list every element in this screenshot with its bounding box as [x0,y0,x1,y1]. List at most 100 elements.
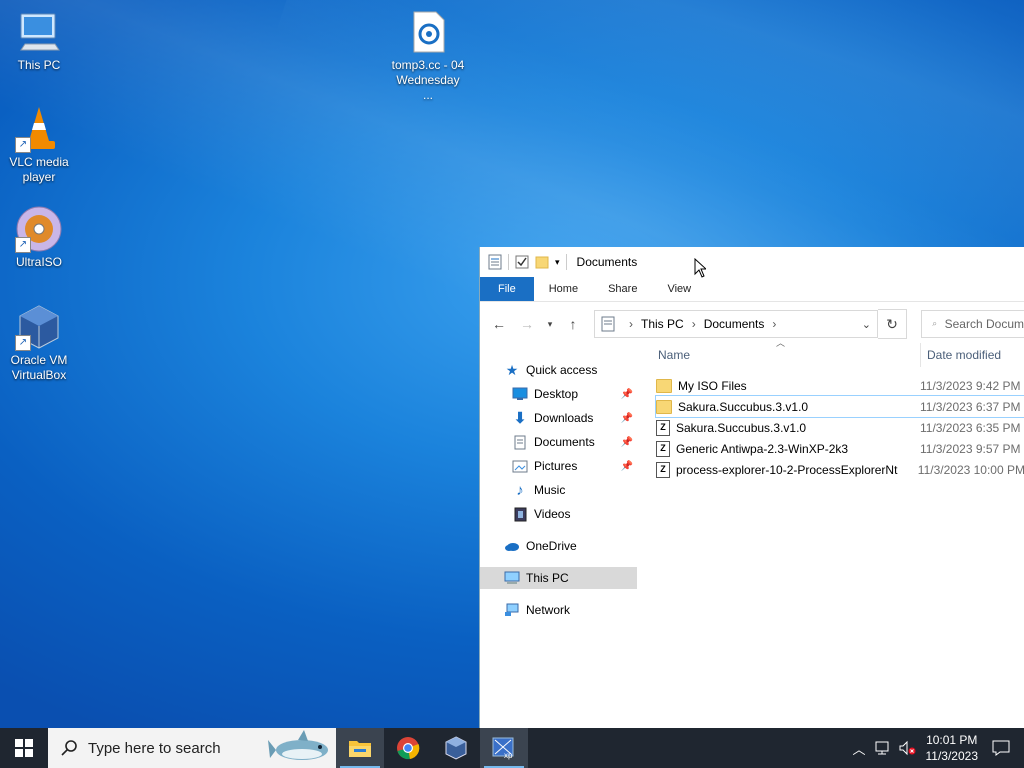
sidebar-item-this-pc[interactable]: This PC [480,567,637,589]
table-row[interactable]: Z Generic Antiwpa-2.3-WinXP-2k3 11/3/2023… [656,438,1024,459]
table-row[interactable]: Zprocess-explorer-10-2-ProcessExplorerNt… [656,459,1024,480]
taskbar-xp-vm[interactable]: xp [480,728,528,768]
folder-icon [656,378,672,393]
chevron-right-icon[interactable]: › [629,317,633,331]
chevron-right-icon[interactable]: › [692,317,696,331]
desktop-icon-vlc[interactable]: ↗ VLC media player [1,105,77,185]
pin-icon[interactable]: 📌 [621,389,633,400]
desktop-icon-ultraiso[interactable]: ↗ UltraISO [1,205,77,270]
sidebar-item-label: Downloads [534,411,594,425]
tab-home[interactable]: Home [534,277,593,301]
file-name: My ISO Files [678,378,747,393]
recent-locations-button[interactable]: ▾ [544,313,556,335]
start-button[interactable] [0,728,48,768]
network-icon [504,602,520,618]
table-row[interactable]: Z Sakura.Succubus.3.v1.0 11/3/2023 6:35 P… [656,417,1024,438]
sidebar-item-label: This PC [526,571,569,585]
file-list: ︿ Name Date modified My ISO Files 11/3/2… [652,338,1024,728]
sidebar-item-label: Documents [534,435,595,449]
quick-access-toolbar: ▾ [488,254,567,270]
archive-icon: Z [656,419,670,436]
shortcut-arrow-icon: ↗ [15,137,31,153]
file-date: 11/3/2023 6:37 PM [920,399,1021,414]
file-date: 11/3/2023 9:57 PM [920,441,1021,456]
column-header-date[interactable]: Date modified [920,343,1001,367]
address-dropdown-icon[interactable]: ⌄ [862,318,871,331]
properties-icon[interactable] [488,254,502,270]
virtualbox-icon [445,736,467,760]
sidebar-item-network[interactable]: Network [480,599,637,621]
sidebar-item-documents[interactable]: Documents 📌 [480,431,637,453]
pin-icon[interactable]: 📌 [621,461,633,472]
search-box[interactable]: Search Docum [921,310,1024,338]
sidebar-item-quick-access[interactable]: ★ Quick access [504,359,661,381]
column-header-name[interactable]: ︿ Name [652,338,920,362]
document-icon [512,434,528,450]
tab-share[interactable]: Share [593,277,652,301]
file-date: 11/3/2023 6:35 PM [920,420,1021,435]
sidebar-item-label: Videos [534,507,571,521]
download-arrow-icon: ⬇ [513,410,527,427]
sidebar-item-downloads[interactable]: ⬇ Downloads 📌 [480,407,637,429]
location-icon [601,316,615,332]
navigation-bar: ← → ▾ ↑ › This PC › Documents › ⌄ ↻ Sear… [480,302,1024,346]
address-bar[interactable]: › This PC › Documents › ⌄ [594,310,878,338]
window-title: Documents [576,255,638,269]
svg-text:xp: xp [504,751,513,760]
back-button[interactable]: ← [488,313,510,335]
checkbox-icon[interactable] [515,255,529,269]
clock-time: 10:01 PM [926,733,978,747]
volume-muted-icon[interactable] [898,740,916,756]
breadcrumb-this-pc[interactable]: This PC [641,317,684,331]
breadcrumb-documents[interactable]: Documents [704,317,765,331]
sidebar-item-music[interactable]: ♪ Music [480,479,637,501]
chevron-up-icon[interactable]: ︿ [852,739,865,758]
desktop-icon-tomp3[interactable]: tomp3.cc - 04 Wednesday ... [390,8,466,103]
desktop-icon-label: UltraISO [15,255,62,269]
sidebar-item-desktop[interactable]: Desktop 📌 [480,383,637,405]
refresh-button[interactable]: ↻ [878,309,907,339]
taskbar-chrome[interactable] [384,728,432,768]
taskbar-file-explorer[interactable] [336,728,384,768]
clock[interactable]: 10:01 PM 11/3/2023 [926,732,979,764]
desktop-icon-label: tomp3.cc - 04 Wednesday ... [391,58,465,102]
up-button[interactable]: ↑ [562,313,584,335]
mouse-cursor-icon [694,258,706,278]
search-icon [932,322,937,327]
windows-logo-icon [15,739,33,757]
taskbar-virtualbox[interactable] [432,728,480,768]
chrome-icon [397,737,420,760]
archive-icon: Z [656,461,670,478]
folder-icon [656,399,672,414]
star-icon: ★ [505,361,519,378]
sidebar-item-pictures[interactable]: Pictures 📌 [480,455,637,477]
tab-view[interactable]: View [652,277,706,301]
cloud-icon [504,538,520,554]
pin-icon[interactable]: 📌 [621,413,633,424]
network-icon[interactable] [874,740,892,756]
taskbar: Type here to search xp ︿ 10:01 PM 11/3/2… [0,728,1024,768]
clock-date: 11/3/2023 [925,749,979,763]
file-name: Generic Antiwpa-2.3-WinXP-2k3 [676,441,849,456]
file-explorer-window[interactable]: ▾ Documents File Home Share View ← → ▾ ↑… [479,247,1024,728]
forward-button[interactable]: → [516,313,538,335]
search-icon [61,740,77,756]
desktop-icon-virtualbox[interactable]: ↗ Oracle VM VirtualBox [1,303,77,383]
file-name: Sakura.Succubus.3.v1.0 [678,399,809,414]
title-bar[interactable]: ▾ Documents [480,247,1024,277]
table-row[interactable]: My ISO Files 11/3/2023 9:42 PM [656,375,1024,396]
taskbar-search[interactable]: Type here to search [48,728,336,768]
sidebar-item-videos[interactable]: Videos [480,503,637,525]
desktop-icon-this-pc[interactable]: This PC [1,8,77,73]
pin-icon[interactable]: 📌 [621,437,633,448]
sidebar-item-onedrive[interactable]: OneDrive [480,535,637,557]
chevron-down-icon[interactable]: ▾ [555,257,560,268]
table-row[interactable]: Sakura.Succubus.3.v1.0 11/3/2023 6:37 PM [655,395,1024,418]
new-folder-icon[interactable] [535,255,549,269]
chevron-right-icon[interactable]: › [772,317,776,331]
desktop-icon-label: This PC [17,58,61,72]
notification-icon[interactable] [992,739,1010,757]
tab-file[interactable]: File [480,277,534,301]
file-date: 11/3/2023 9:42 PM [920,378,1021,393]
picture-icon [512,458,528,474]
